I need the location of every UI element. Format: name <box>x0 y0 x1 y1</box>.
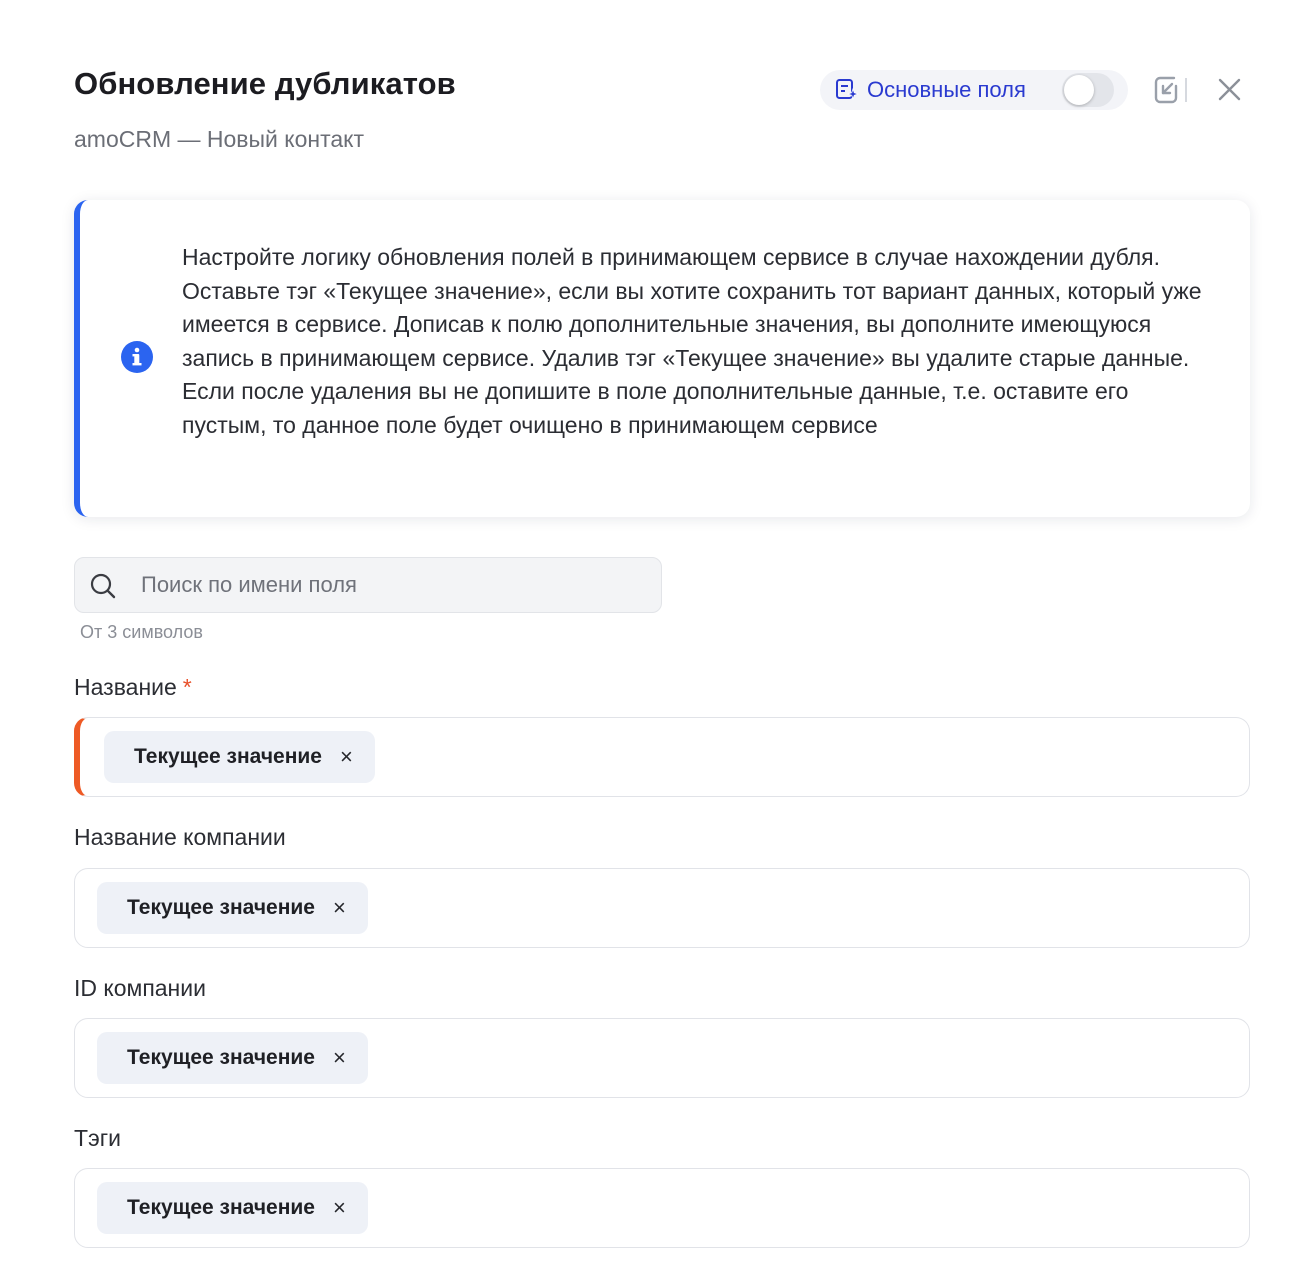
search-input[interactable] <box>141 558 651 612</box>
collapse-icon[interactable] <box>1150 72 1190 108</box>
tag-remove-button[interactable]: × <box>340 746 353 768</box>
duplicate-update-panel: Обновление дубликатов amoCRM — Новый кон… <box>0 0 1310 1262</box>
info-text: Настройте логику обновления полей в прин… <box>182 244 1202 438</box>
tag-remove-button[interactable]: × <box>333 1047 346 1069</box>
page-subtitle: amoCRM — Новый контакт <box>74 126 365 152</box>
tag-label: Текущее значение <box>127 1046 315 1069</box>
current-value-tag: Текущее значение × <box>97 1032 368 1084</box>
field-input-company-name[interactable]: Текущее значение × <box>74 868 1250 948</box>
current-value-tag: Текущее значение × <box>104 731 375 783</box>
form-sparkle-icon <box>836 79 860 101</box>
tag-remove-button[interactable]: × <box>333 1197 346 1219</box>
main-fields-switch[interactable]: Основные поля <box>820 70 1128 110</box>
main-fields-label: Основные поля <box>867 77 1026 102</box>
field-input-name[interactable]: Текущее значение × <box>74 717 1250 797</box>
info-icon <box>121 341 153 373</box>
current-value-tag: Текущее значение × <box>97 882 368 934</box>
field-input-company-id[interactable]: Текущее значение × <box>74 1018 1250 1098</box>
field-label-company-name: Название компании <box>74 824 286 850</box>
close-icon[interactable] <box>1212 74 1246 106</box>
info-box: Настройте логику обновления полей в прин… <box>74 200 1250 517</box>
search-hint: От 3 символов <box>80 622 203 642</box>
tag-label: Текущее значение <box>127 896 315 919</box>
required-mark: * <box>182 674 192 700</box>
main-fields-toggle[interactable] <box>1062 73 1114 107</box>
toggle-knob <box>1064 75 1094 105</box>
current-value-tag: Текущее значение × <box>97 1182 368 1234</box>
field-label-name: Название * <box>74 674 192 701</box>
field-label-text: Название <box>74 674 177 700</box>
search-icon <box>90 573 116 599</box>
field-label-tags: Тэги <box>74 1125 122 1151</box>
tag-remove-button[interactable]: × <box>333 897 346 919</box>
tag-label: Текущее значение <box>127 1196 315 1219</box>
page-title: Обновление дубликатов <box>74 66 456 101</box>
field-input-tags[interactable]: Текущее значение × <box>74 1168 1250 1248</box>
field-label-company-id: ID компании <box>74 975 206 1001</box>
tag-label: Текущее значение <box>134 745 322 768</box>
search-box[interactable] <box>74 557 662 613</box>
